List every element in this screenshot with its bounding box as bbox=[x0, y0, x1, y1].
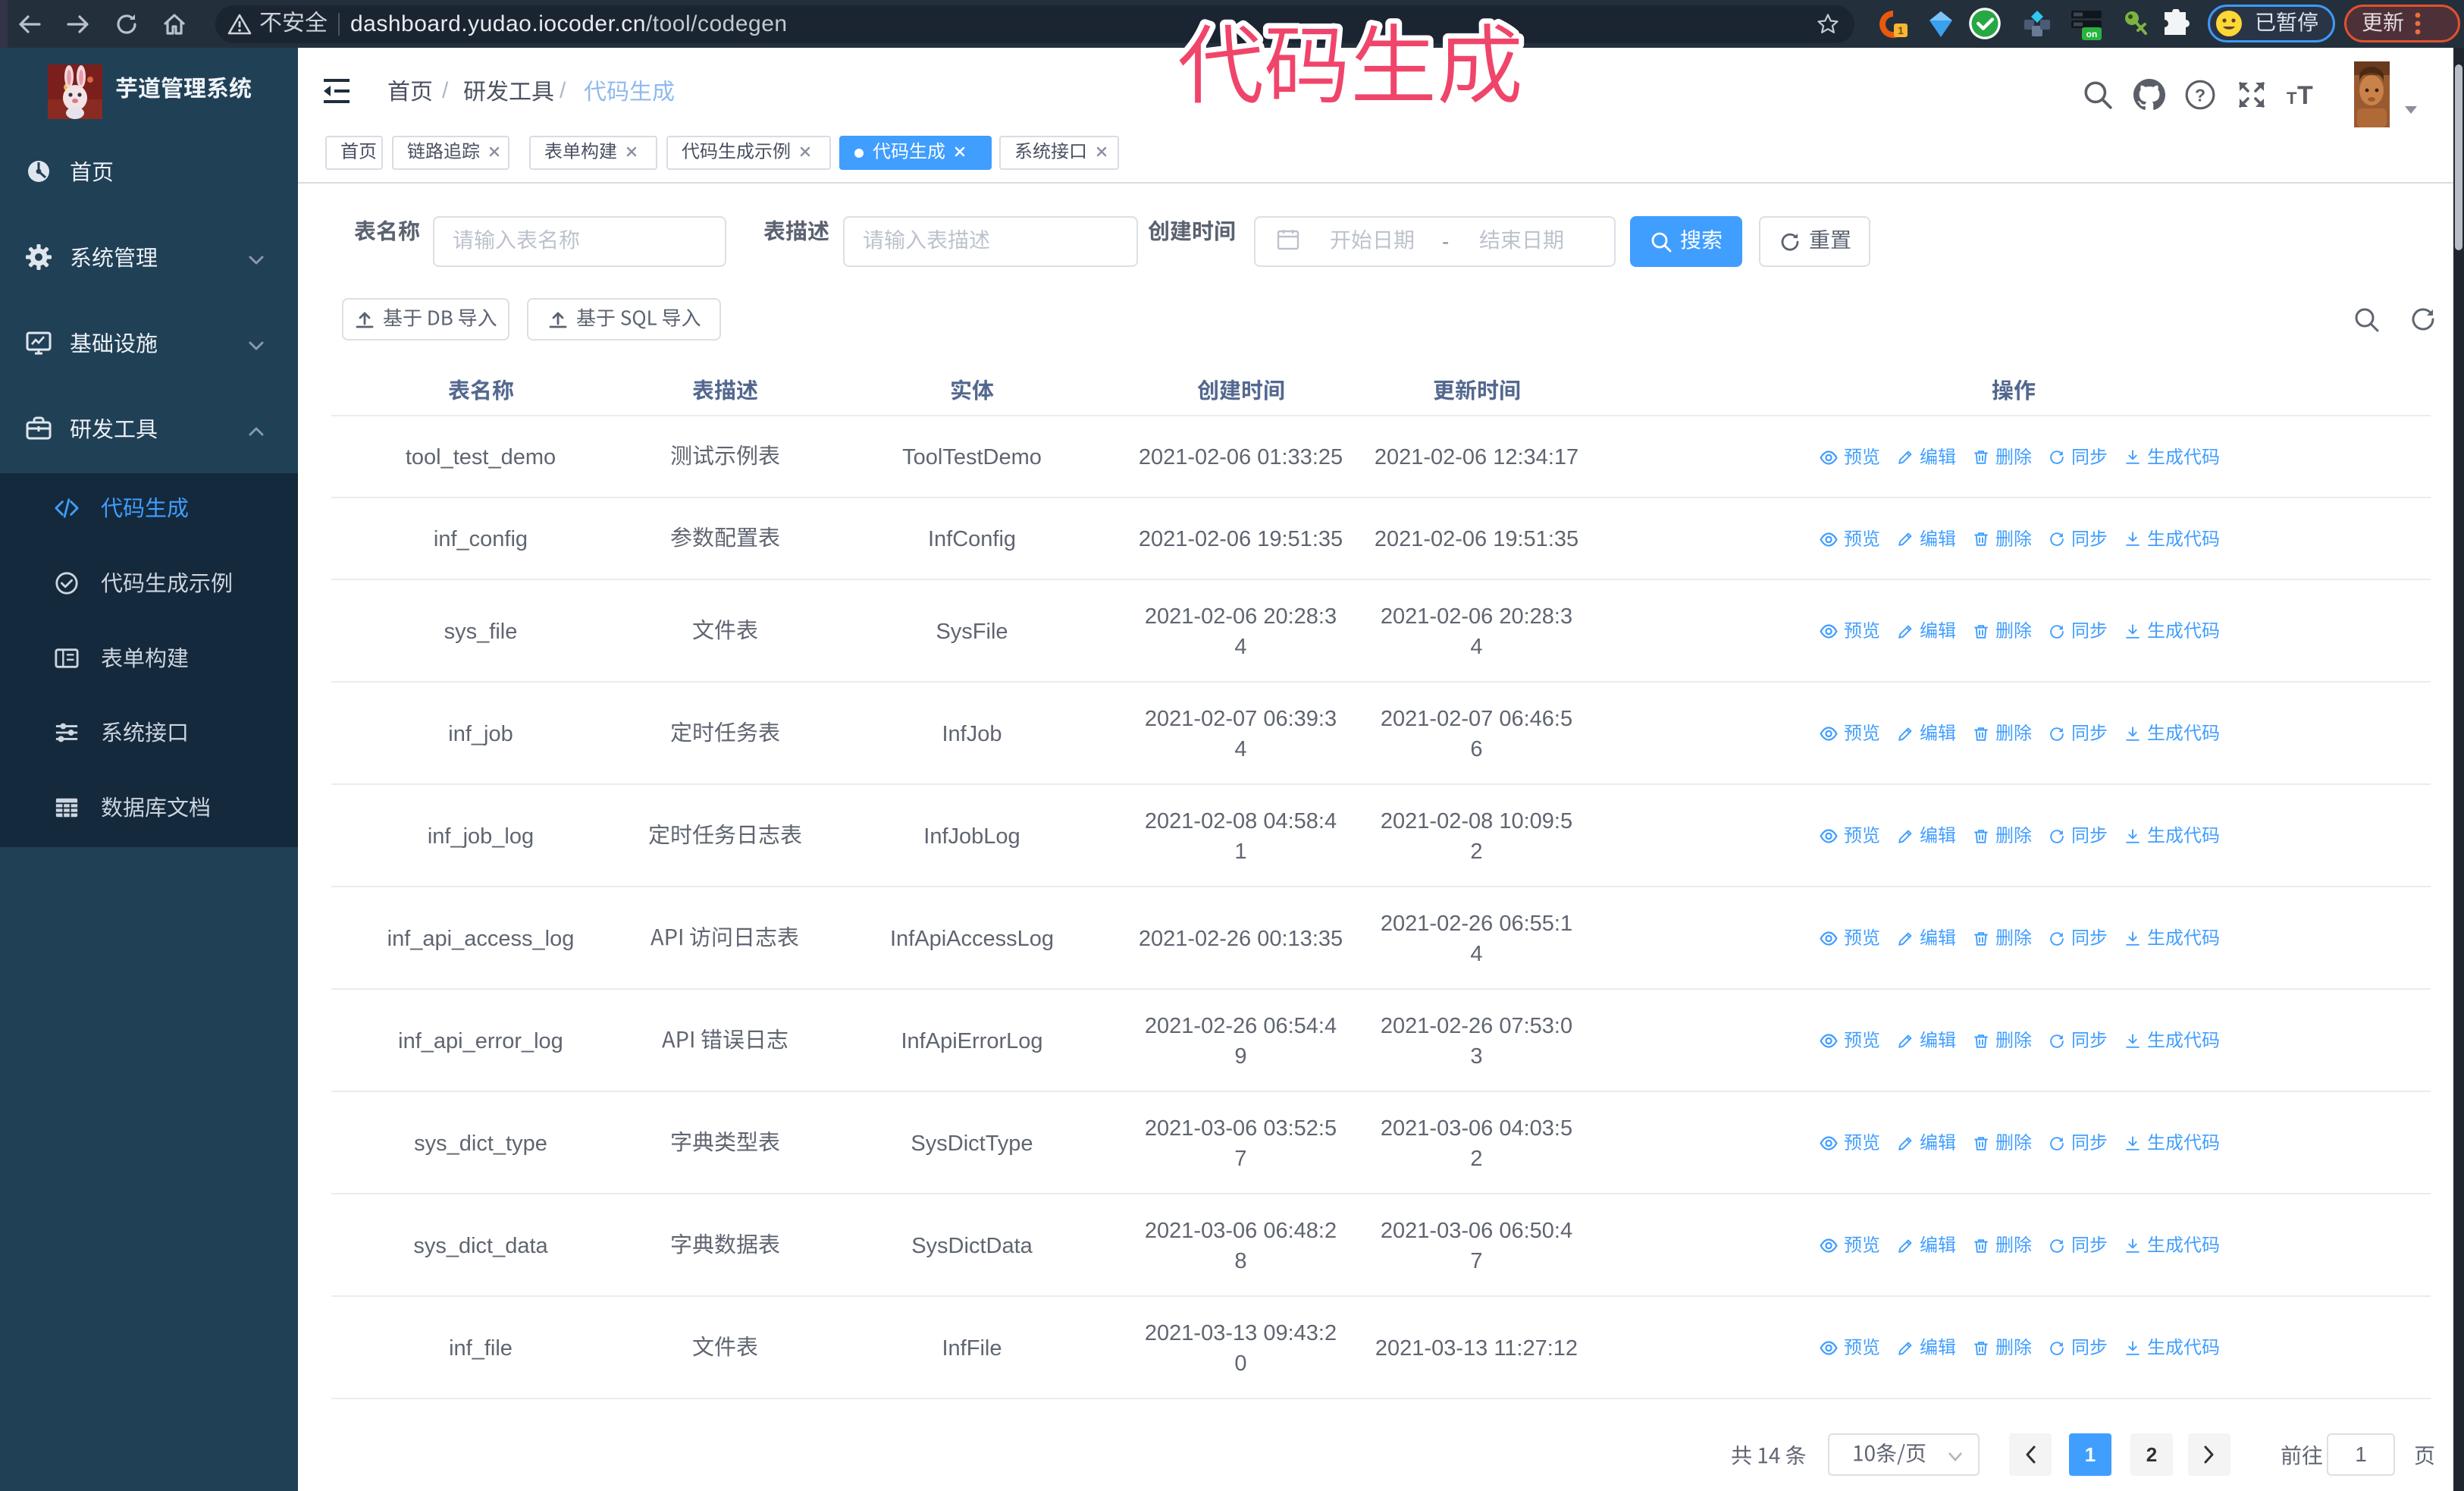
svg-text:T: T bbox=[2297, 81, 2313, 110]
svg-text:1: 1 bbox=[1898, 24, 1904, 36]
svg-text:on: on bbox=[2086, 29, 2098, 39]
svg-text:T: T bbox=[2287, 89, 2297, 108]
svg-text:?: ? bbox=[2195, 85, 2205, 105]
